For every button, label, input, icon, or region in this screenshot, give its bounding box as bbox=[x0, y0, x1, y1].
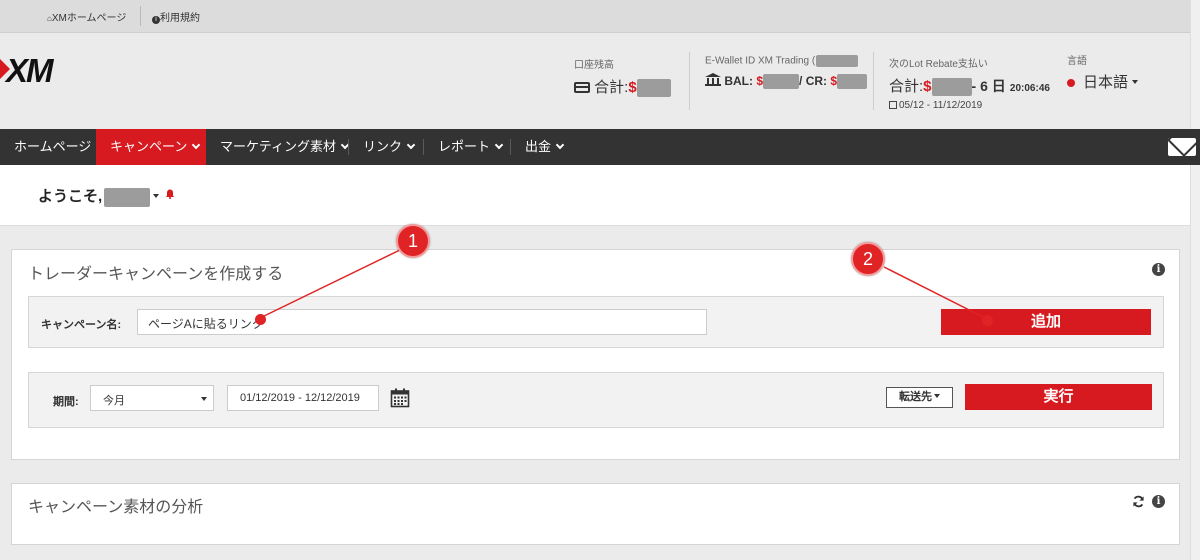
info-circle-icon: i bbox=[152, 16, 160, 24]
welcome-bar: ようこそ, bbox=[0, 165, 1190, 226]
top-utility-bar: ⌂XMホームページ i 利用規約 bbox=[0, 0, 1190, 33]
rebate-period: 05/12 - 11/12/2019 bbox=[889, 100, 1050, 111]
forward-button[interactable]: 転送先 bbox=[886, 387, 953, 408]
home-page-link-label: XMホームページ bbox=[51, 13, 127, 24]
bank-icon bbox=[705, 73, 721, 86]
campaign-name-input[interactable]: ページAに貼るリンク bbox=[137, 309, 707, 335]
ewallet-bal-currency: $ bbox=[756, 74, 764, 88]
caret-down-icon bbox=[201, 397, 207, 401]
language-label: 言語 bbox=[1067, 56, 1087, 67]
period-row: 期間: 今月 01/12/2019 - 12/12/2019 転送先 実行 bbox=[28, 372, 1164, 428]
ewallet-info: E-Wallet ID XM Trading ( BAL: $ / CR: $ bbox=[705, 55, 868, 90]
rebate-prefix: 合計: bbox=[889, 78, 924, 95]
calendar-icon[interactable] bbox=[390, 388, 410, 408]
balance-value: 合計:$ bbox=[574, 76, 671, 98]
nav-item-links[interactable]: リンク bbox=[349, 129, 428, 165]
home-page-link[interactable]: ⌂XMホームページ bbox=[47, 9, 126, 24]
language-name: 日本語 bbox=[1083, 74, 1129, 91]
welcome-message: ようこそ, bbox=[38, 185, 160, 207]
chevron-down-icon bbox=[192, 140, 201, 150]
balance-prefix: 合計: bbox=[594, 79, 629, 96]
create-campaign-panel: トレーダーキャンペーンを作成する i キャンペーン名: ページAに貼るリンク 追… bbox=[11, 249, 1180, 460]
callout-1: 1 bbox=[396, 224, 430, 258]
main-nav: ホームページ キャンペーン マーケティング素材 リンク レポート 出金 bbox=[0, 129, 1200, 165]
caret-down-icon bbox=[1132, 80, 1139, 84]
nav-item-withdrawal[interactable]: 出金 bbox=[511, 129, 577, 165]
annotation-dot bbox=[255, 314, 266, 325]
ewallet-cr-prefix: / CR: bbox=[799, 74, 831, 88]
credit-card-icon bbox=[574, 82, 590, 93]
campaign-name-label: キャンペーン名: bbox=[41, 319, 122, 331]
forward-button-label: 転送先 bbox=[899, 391, 932, 403]
balance-currency: $ bbox=[628, 79, 637, 96]
topbar-divider bbox=[140, 6, 141, 26]
annotation-dot bbox=[982, 315, 993, 326]
ewallet-label: E-Wallet ID XM Trading ( bbox=[705, 55, 867, 67]
xm-logo[interactable]: XM bbox=[0, 52, 80, 89]
info-icon[interactable]: i bbox=[1152, 263, 1165, 276]
date-range-input[interactable]: 01/12/2019 - 12/12/2019 bbox=[227, 385, 379, 411]
rebate-countdown-time: 20:06:46 bbox=[1009, 83, 1050, 94]
rebate-label: 次のLot Rebate支払い bbox=[889, 59, 988, 70]
chevron-down-icon bbox=[494, 140, 504, 150]
terms-link[interactable]: i 利用規約 bbox=[152, 9, 200, 24]
create-campaign-title: トレーダーキャンペーンを作成する bbox=[28, 266, 284, 283]
run-button[interactable]: 実行 bbox=[965, 384, 1152, 410]
account-balance: 口座残高 合計:$ bbox=[574, 56, 671, 98]
period-select-value: 今月 bbox=[103, 395, 125, 407]
user-caret-icon[interactable] bbox=[153, 194, 160, 198]
redacted-balance bbox=[636, 79, 671, 98]
language-value[interactable]: 日本語 bbox=[1067, 71, 1139, 92]
campaign-analysis-panel: キャンペーン素材の分析 i bbox=[11, 483, 1180, 545]
calendar-small-icon bbox=[889, 101, 897, 110]
language-selector[interactable]: 言語 日本語 bbox=[1067, 52, 1139, 92]
ewallet-cr-currency: $ bbox=[830, 74, 838, 88]
redacted-rebate bbox=[931, 78, 972, 97]
chevron-down-icon bbox=[406, 140, 416, 150]
japan-flag-icon bbox=[1067, 79, 1075, 88]
chevron-down-icon bbox=[555, 140, 565, 150]
rebate-countdown-days: - 6 日 bbox=[971, 78, 1006, 94]
redacted-ewallet-id bbox=[816, 55, 859, 67]
balance-label: 口座残高 bbox=[574, 60, 614, 71]
header-divider bbox=[873, 52, 874, 110]
nav-item-marketing-materials[interactable]: マーケティング素材 bbox=[206, 129, 362, 165]
terms-link-label: 利用規約 bbox=[160, 13, 200, 24]
account-header: XM 口座残高 合計:$ E-Wallet ID XM Trading ( BA… bbox=[0, 34, 1190, 129]
nav-item-reports[interactable]: レポート bbox=[424, 129, 516, 165]
redacted-bal bbox=[763, 74, 800, 90]
info-icon[interactable]: i bbox=[1152, 495, 1165, 508]
lot-rebate-info: 次のLot Rebate支払い 合計:$ - 6 日 20:06:46 05/12… bbox=[889, 55, 1050, 111]
rebate-value: 合計:$ - 6 日 20:06:46 bbox=[889, 75, 1050, 97]
header-divider bbox=[689, 52, 690, 110]
rebate-currency: $ bbox=[923, 78, 932, 95]
bell-icon[interactable] bbox=[165, 189, 175, 199]
period-select[interactable]: 今月 bbox=[90, 385, 214, 411]
period-label: 期間: bbox=[53, 396, 79, 408]
logo-text: XM bbox=[6, 52, 53, 89]
welcome-text: ようこそ, bbox=[38, 188, 103, 205]
mail-icon[interactable] bbox=[1168, 138, 1196, 156]
nav-item-campaign[interactable]: キャンペーン bbox=[96, 129, 206, 165]
callout-2: 2 bbox=[851, 242, 885, 276]
refresh-icon[interactable] bbox=[1132, 495, 1145, 508]
redacted-username bbox=[104, 187, 151, 207]
ewallet-bal-prefix: BAL: bbox=[724, 74, 757, 88]
campaign-name-row: キャンペーン名: ページAに貼るリンク 追加 bbox=[28, 296, 1164, 348]
page-scrollbar[interactable] bbox=[1190, 0, 1200, 560]
campaign-analysis-title: キャンペーン素材の分析 bbox=[28, 499, 204, 516]
ewallet-value: BAL: $ / CR: $ bbox=[705, 73, 868, 90]
redacted-cr bbox=[837, 74, 868, 90]
add-campaign-button[interactable]: 追加 bbox=[941, 309, 1151, 335]
nav-item-home[interactable]: ホームページ bbox=[0, 129, 105, 165]
caret-down-icon bbox=[934, 394, 940, 398]
